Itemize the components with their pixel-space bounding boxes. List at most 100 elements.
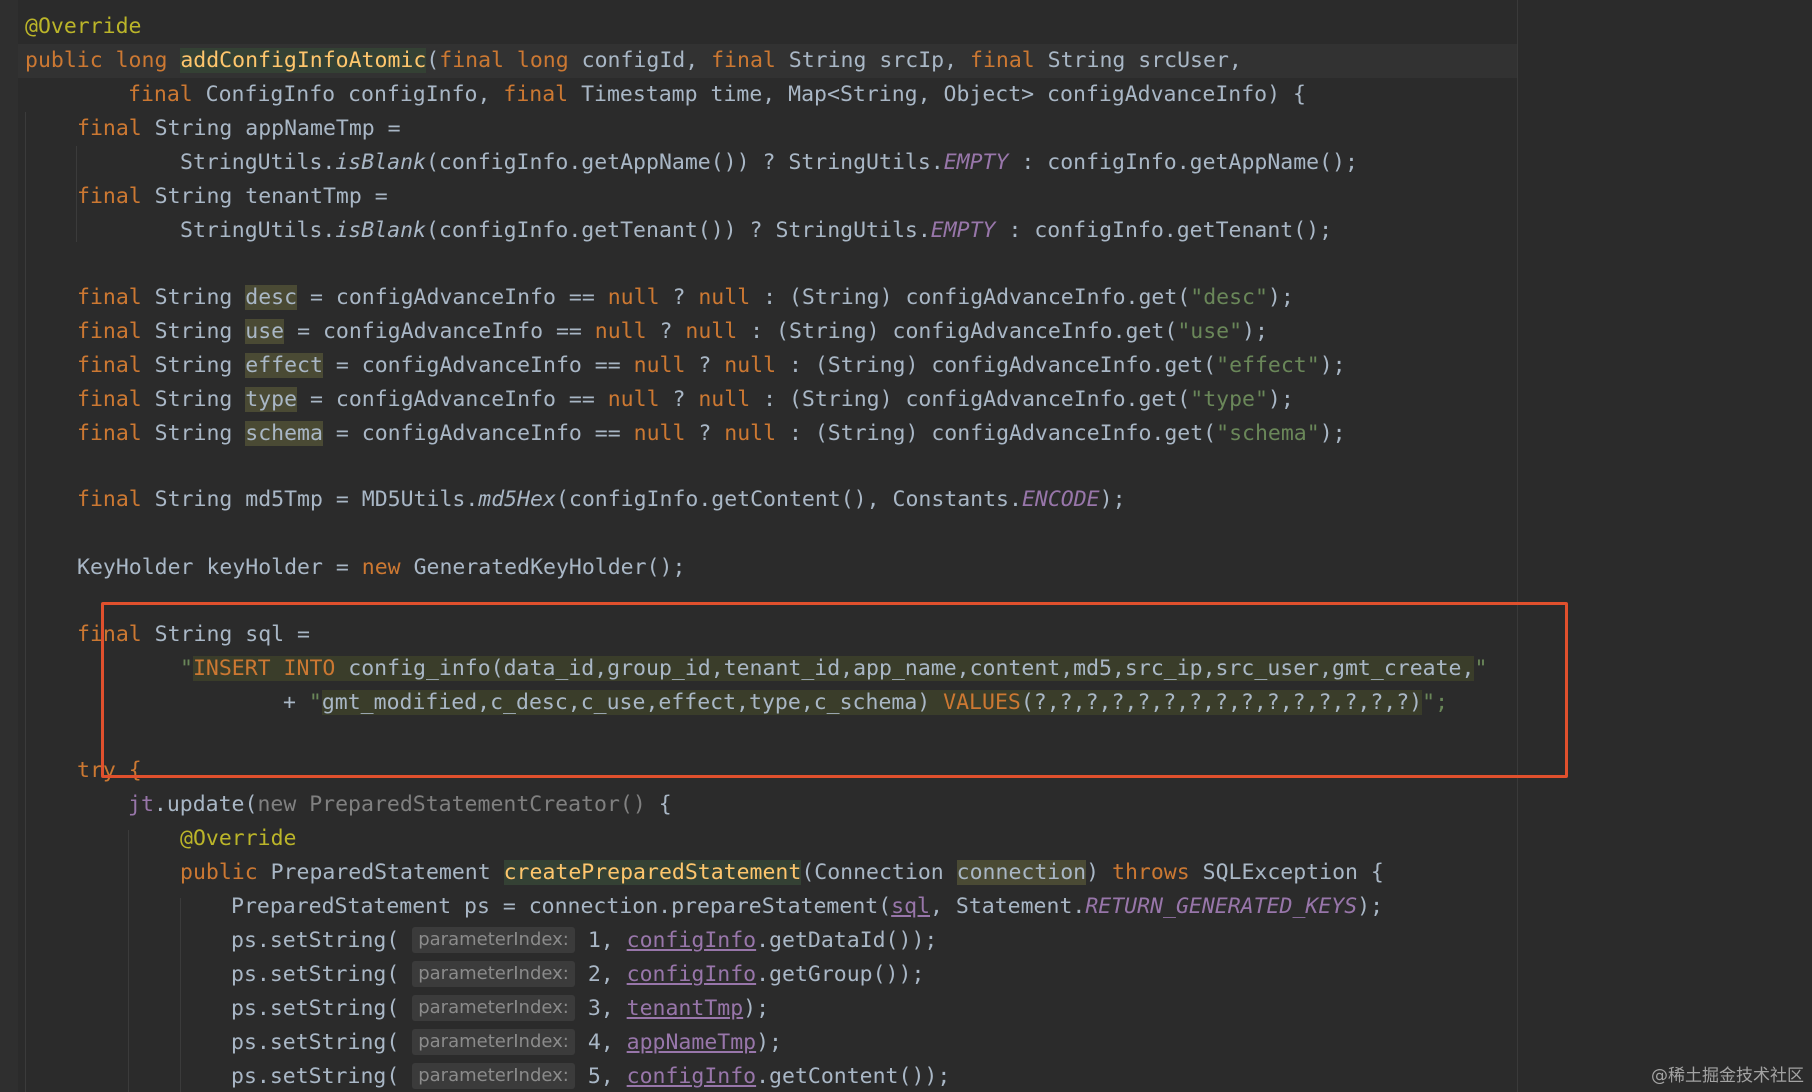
code-token: (configInfo.getAppName()) ? StringUtils. <box>425 150 944 175</box>
parameter-hint: parameterIndex: <box>412 961 575 987</box>
keyword-token: null <box>607 285 660 310</box>
code-line[interactable]: final String schema = configAdvanceInfo … <box>25 417 1346 451</box>
keyword-token: final <box>77 285 155 310</box>
captured-variable-token: configInfo <box>626 962 757 987</box>
keyword-token: null <box>698 387 751 412</box>
code-token: String <box>154 353 246 378</box>
keyword-token: new <box>361 555 401 580</box>
code-token: ); <box>1319 421 1346 446</box>
code-line[interactable]: final String effect = configAdvanceInfo … <box>25 349 1346 383</box>
code-line[interactable]: @Override <box>25 10 142 44</box>
variable-token: effect <box>245 353 323 378</box>
variable-token: type <box>245 387 298 412</box>
code-token: (configInfo.getTenant()) ? StringUtils. <box>425 218 931 243</box>
code-line[interactable]: ps.setString( parameterIndex: 4, appName… <box>25 1026 782 1060</box>
editor-gutter <box>0 0 18 1092</box>
parameter-hint: parameterIndex: <box>412 1029 575 1055</box>
code-token: .getDataId()); <box>756 928 938 953</box>
code-token: , Statement. <box>930 894 1086 919</box>
code-token: ) <box>1086 860 1113 885</box>
keyword-token: final <box>970 48 1048 73</box>
code-token: : (String) configAdvanceInfo.get( <box>750 387 1191 412</box>
captured-variable-token: sql <box>891 894 930 919</box>
code-token: ( <box>426 48 440 73</box>
static-method-token: isBlank <box>335 218 426 243</box>
folded-anonymous-class: new PreparedStatementCreator() <box>257 792 646 817</box>
string-token: "desc" <box>1190 285 1268 310</box>
code-token: String srcIp, <box>788 48 970 73</box>
keyword-token: final <box>711 48 789 73</box>
code-token: .getContent()); <box>756 1064 951 1089</box>
code-line[interactable]: final String tenantTmp = <box>25 180 388 214</box>
code-token: .getGroup()); <box>756 962 925 987</box>
code-line[interactable]: public long addConfigInfoAtomic(final lo… <box>25 44 1242 78</box>
code-line[interactable]: ps.setString( parameterIndex: 5, configI… <box>25 1060 950 1092</box>
code-token: : (String) configAdvanceInfo.get( <box>737 319 1178 344</box>
code-line[interactable]: final ConfigInfo configInfo, final Times… <box>25 78 1306 112</box>
code-line[interactable]: final String desc = configAdvanceInfo ==… <box>25 281 1294 315</box>
code-line[interactable]: StringUtils.isBlank(configInfo.getTenant… <box>25 214 1332 248</box>
code-token: String tenantTmp = <box>154 184 388 209</box>
field-token: jt <box>128 792 154 817</box>
code-token: ); <box>1319 353 1346 378</box>
code-line[interactable]: KeyHolder keyHolder = new GeneratedKeyHo… <box>25 551 685 585</box>
variable-token: desc <box>245 285 298 310</box>
code-line[interactable]: ps.setString( parameterIndex: 2, configI… <box>25 958 924 992</box>
keyword-token: null <box>685 319 738 344</box>
code-line[interactable]: final String use = configAdvanceInfo == … <box>25 315 1268 349</box>
code-editor[interactable]: @Override public long addConfigInfoAtomi… <box>0 0 1812 1092</box>
code-token: ? <box>685 421 725 446</box>
code-line[interactable]: StringUtils.isBlank(configInfo.getAppNam… <box>25 146 1358 180</box>
string-token: "use" <box>1177 319 1243 344</box>
keyword-token: public <box>25 48 116 73</box>
code-token: String appNameTmp = <box>154 116 401 141</box>
keyword-token: final <box>77 319 155 344</box>
code-token: = configAdvanceInfo == <box>297 285 608 310</box>
code-token: 3, <box>574 996 627 1021</box>
keyword-token: long <box>516 48 582 73</box>
keyword-token: final <box>128 82 206 107</box>
code-token: ConfigInfo configInfo, <box>205 82 504 107</box>
keyword-token: final <box>503 82 582 107</box>
keyword-token: final <box>77 353 155 378</box>
code-line[interactable]: PreparedStatement ps = connection.prepar… <box>25 890 1383 924</box>
keyword-token: final <box>77 387 155 412</box>
code-token: GeneratedKeyHolder(); <box>400 555 686 580</box>
keyword-token: null <box>724 353 777 378</box>
keyword-token: final <box>439 48 517 73</box>
code-token: : configInfo.getAppName(); <box>1008 150 1358 175</box>
code-token: 5, <box>574 1064 627 1089</box>
code-line[interactable]: final String md5Tmp = MD5Utils.md5Hex(co… <box>25 483 1126 517</box>
code-token: (Connection <box>801 860 957 885</box>
code-line[interactable]: final String type = configAdvanceInfo ==… <box>25 383 1294 417</box>
code-token: : (String) configAdvanceInfo.get( <box>750 285 1191 310</box>
static-method-token: isBlank <box>335 150 426 175</box>
code-token: ps.setString( <box>231 928 413 953</box>
code-token: PreparedStatement ps = connection.prepar… <box>231 894 892 919</box>
code-line[interactable]: final String appNameTmp = <box>25 112 401 146</box>
keyword-token: null <box>607 387 660 412</box>
code-line[interactable]: ps.setString( parameterIndex: 1, configI… <box>25 924 937 958</box>
code-token: = configAdvanceInfo == <box>284 319 595 344</box>
code-token: ); <box>756 1030 782 1055</box>
keyword-token: public <box>180 860 271 885</box>
parameter-hint: parameterIndex: <box>412 927 575 953</box>
code-token: : configInfo.getTenant(); <box>995 218 1333 243</box>
captured-variable-token: tenantTmp <box>626 996 744 1021</box>
code-line[interactable]: ps.setString( parameterIndex: 3, tenantT… <box>25 992 769 1026</box>
code-token: (configInfo.getContent(), Constants. <box>555 487 1022 512</box>
code-token: 4, <box>574 1030 627 1055</box>
code-token: KeyHolder keyHolder = <box>77 555 362 580</box>
code-line[interactable]: public PreparedStatement createPreparedS… <box>25 856 1384 890</box>
code-line[interactable]: @Override <box>25 822 297 856</box>
code-token: ); <box>1242 319 1268 344</box>
keyword-token: null <box>633 353 686 378</box>
right-margin-guide <box>1517 0 1518 1092</box>
string-token: "schema" <box>1216 421 1320 446</box>
param-token: connection <box>956 860 1087 885</box>
code-token: 2, <box>574 962 627 987</box>
captured-variable-token: configInfo <box>626 1064 757 1089</box>
watermark: @稀土掘金技术社区 <box>1651 1066 1804 1086</box>
code-line[interactable]: jt.update(new PreparedStatementCreator()… <box>25 788 672 822</box>
static-field-token: EMPTY <box>930 218 996 243</box>
